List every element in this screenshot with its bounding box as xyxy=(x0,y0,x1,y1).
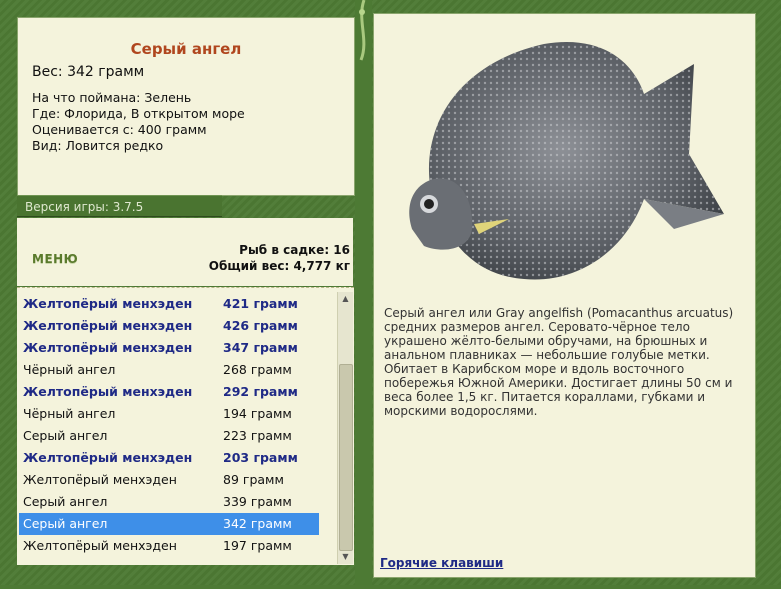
catch-fish-weight: 268 грамм xyxy=(223,362,292,377)
catch-fish-weight: 89 грамм xyxy=(223,472,284,487)
scrollbar[interactable]: ▲ ▼ xyxy=(337,292,353,564)
catch-stats: Рыб в садке: 16 Общий вес: 4,777 кг xyxy=(209,242,350,274)
fish-description: Серый ангел или Gray angelfish (Pomacant… xyxy=(384,306,734,418)
catch-fish-name: Желтопёрый менхэден xyxy=(23,340,193,355)
fish-detail-panel: Серый ангел или Gray angelfish (Pomacant… xyxy=(373,13,756,578)
catch-fish-name: Желтопёрый менхэден xyxy=(23,472,177,487)
catch-list-row[interactable]: Серый ангел 223 грамм xyxy=(19,425,319,447)
vine-divider xyxy=(355,0,372,585)
hotkeys-link[interactable]: Горячие клавиши xyxy=(380,556,503,570)
catch-fish-weight: 342 грамм xyxy=(223,516,292,531)
catch-fish-weight: 426 грамм xyxy=(223,318,298,333)
catch-fish-weight: 197 грамм xyxy=(223,538,292,553)
catch-list-row[interactable]: Желтопёрый менхэден 89 грамм xyxy=(19,469,319,491)
gray-angelfish-image xyxy=(409,42,724,280)
fish-weight: Вес: 342 грамм xyxy=(32,64,145,80)
scroll-down-icon[interactable]: ▼ xyxy=(338,550,353,564)
catch-fish-weight: 223 грамм xyxy=(223,428,292,443)
fish-kind: Вид: Ловится редко xyxy=(32,138,164,153)
catch-list-row[interactable]: Желтопёрый менхэден 197 грамм xyxy=(19,535,319,557)
catch-fish-weight: 203 грамм xyxy=(223,450,298,465)
catch-list-row[interactable]: Желтопёрый менхэден 421 грамм xyxy=(19,293,319,315)
vine-ornament-icon xyxy=(359,0,366,61)
scroll-thumb[interactable] xyxy=(339,364,353,551)
version-bar: Версия игры: 3.7.5 xyxy=(17,195,222,217)
catch-fish-name: Чёрный ангел xyxy=(23,406,116,421)
catch-list-row[interactable]: Желтопёрый менхэден 347 грамм xyxy=(19,337,319,359)
total-weight: Общий вес: 4,777 кг xyxy=(208,259,350,273)
catch-fish-name: Чёрный ангел xyxy=(23,362,116,377)
fish-place: Где: Флорида, В открытом море xyxy=(32,106,245,121)
catch-fish-weight: 347 грамм xyxy=(223,340,298,355)
fish-info-panel: Серый ангел Вес: 342 грамм На что пойман… xyxy=(17,17,355,196)
catch-fish-name: Желтопёрый менхэден xyxy=(23,318,193,333)
catch-list-row[interactable]: Серый ангел 339 грамм xyxy=(19,491,319,513)
catch-list-row[interactable]: Желтопёрый менхэден 203 грамм xyxy=(19,447,319,469)
scroll-up-icon[interactable]: ▲ xyxy=(338,292,353,306)
catch-fish-name: Серый ангел xyxy=(23,494,108,509)
fish-value: Оценивается с: 400 грамм xyxy=(32,122,207,137)
fish-count: Рыб в садке: 16 xyxy=(239,243,350,257)
version-label: Версия игры: 3.7.5 xyxy=(25,200,144,214)
catch-list: Желтопёрый менхэден 421 грамм Желтопёрый м… xyxy=(17,287,354,565)
catch-fish-weight: 194 грамм xyxy=(223,406,292,421)
fish-bait: На что поймана: Зелень xyxy=(32,90,192,105)
catch-fish-weight: 339 грамм xyxy=(223,494,292,509)
catch-fish-name: Желтопёрый менхэден xyxy=(23,450,193,465)
catch-list-row[interactable]: Серый ангел 342 грамм xyxy=(19,513,319,535)
catch-list-row[interactable]: Желтопёрый менхэден 426 грамм xyxy=(19,315,319,337)
catch-list-row[interactable]: Чёрный ангел 194 грамм xyxy=(19,403,319,425)
catch-fish-name: Серый ангел xyxy=(23,516,108,531)
catch-list-row[interactable]: Чёрный ангел 268 грамм xyxy=(19,359,319,381)
menu-area: МЕНЮ Рыб в садке: 16 Общий вес: 4,777 кг xyxy=(17,218,353,286)
catch-fish-weight: 421 грамм xyxy=(223,296,298,311)
menu-button[interactable]: МЕНЮ xyxy=(32,252,78,266)
catch-list-row[interactable]: Желтопёрый менхэден 292 грамм xyxy=(19,381,319,403)
fish-title: Серый ангел xyxy=(130,40,242,58)
catch-fish-name: Желтопёрый менхэден xyxy=(23,296,193,311)
catch-fish-name: Желтопёрый менхэден xyxy=(23,538,177,553)
catch-fish-name: Серый ангел xyxy=(23,428,108,443)
catch-fish-name: Желтопёрый менхэден xyxy=(23,384,193,399)
catch-fish-weight: 292 грамм xyxy=(223,384,298,399)
